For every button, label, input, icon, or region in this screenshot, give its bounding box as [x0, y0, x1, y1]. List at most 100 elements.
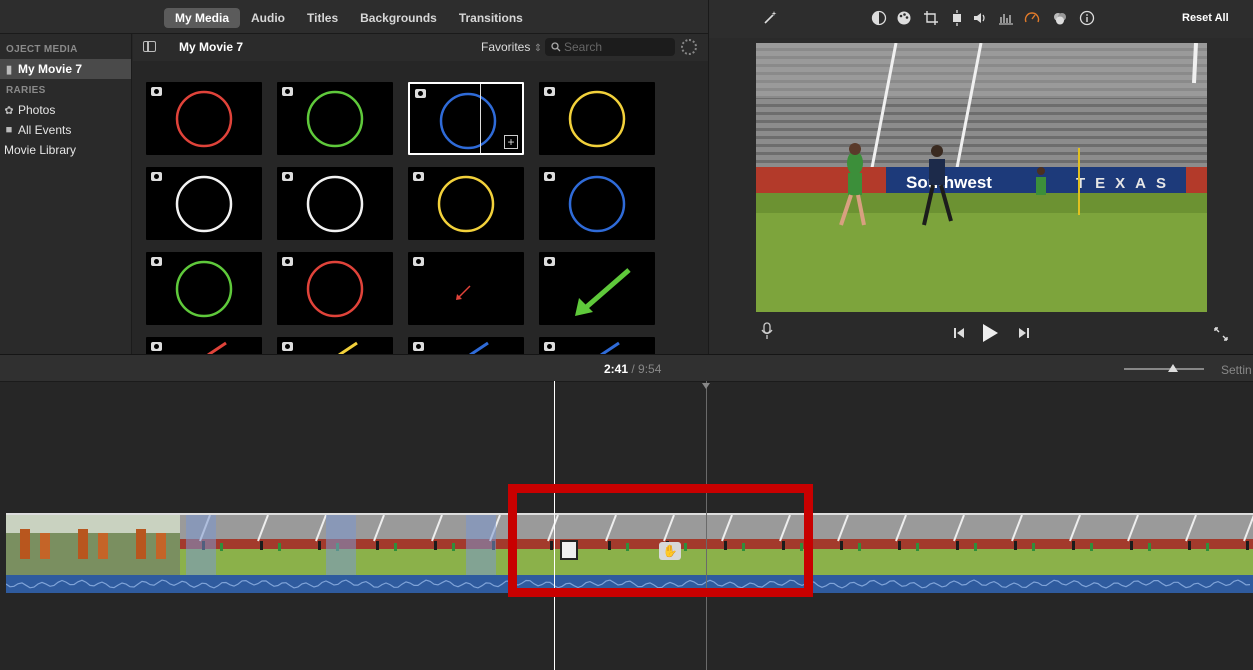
- project-media-heading: OJECT MEDIA: [6, 44, 78, 55]
- camera-icon: [282, 172, 293, 181]
- libraries-heading: RARIES: [6, 85, 46, 96]
- library-sidebar: OJECT MEDIA ▮ My Movie 7 RARIES ✿ Photos…: [0, 34, 132, 354]
- media-thumbnail[interactable]: +: [408, 82, 524, 155]
- camera-icon: [151, 172, 162, 181]
- timeline-header: 2:41 / 9:54 Settin: [0, 355, 1253, 382]
- search-input[interactable]: [564, 40, 664, 54]
- adjustment-toolbar: Reset All: [709, 0, 1253, 38]
- stabilization-icon[interactable]: [949, 10, 965, 26]
- crop-icon[interactable]: [923, 10, 939, 26]
- media-thumbnail[interactable]: [277, 167, 393, 240]
- color-balance-icon[interactable]: [871, 10, 887, 26]
- equalizer-icon[interactable]: [998, 10, 1014, 26]
- media-thumbnail[interactable]: [146, 167, 262, 240]
- media-thumbnail[interactable]: [539, 82, 655, 155]
- circle-graphic: [437, 175, 495, 233]
- media-tab-bar: My Media Audio Titles Backgrounds Transi…: [0, 0, 708, 34]
- add-to-movie-icon[interactable]: +: [504, 135, 518, 149]
- tab-titles[interactable]: Titles: [296, 8, 349, 28]
- timecode: 2:41 / 9:54: [604, 362, 662, 376]
- updown-icon: ⇕: [533, 43, 543, 54]
- arrow-stub-graphic: [600, 341, 620, 354]
- play-icon[interactable]: [981, 323, 999, 343]
- search-box[interactable]: [545, 38, 675, 56]
- film-icon: ▮: [5, 63, 13, 76]
- sidebar-item-movie-library[interactable]: Movie Library: [0, 140, 131, 160]
- camera-icon: [544, 257, 555, 266]
- camera-icon: [544, 87, 555, 96]
- microphone-icon[interactable]: [760, 322, 774, 340]
- video-preview: Southwest TEXAS: [756, 43, 1207, 312]
- camera-icon: [151, 342, 162, 351]
- camera-icon: [282, 257, 293, 266]
- camera-icon: [413, 257, 424, 266]
- media-browser: My Movie 7 Favorites ⇕ +: [133, 34, 708, 354]
- zoom-slider[interactable]: [1124, 368, 1204, 370]
- media-thumbnail[interactable]: [146, 337, 262, 354]
- video-frame: Southwest TEXAS: [756, 43, 1207, 312]
- sidebar-item-label: My Movie 7: [18, 62, 83, 76]
- total-time: 9:54: [638, 362, 662, 376]
- photos-icon: ✿: [4, 104, 14, 117]
- viewer-panel: Reset All Southwest TEXAS: [708, 0, 1253, 354]
- circle-graphic: [175, 260, 233, 318]
- media-thumbnail[interactable]: [408, 167, 524, 240]
- camera-icon: [282, 342, 293, 351]
- camera-icon: [413, 172, 424, 181]
- gear-icon[interactable]: [681, 39, 697, 55]
- arrow-stub-graphic: [207, 341, 227, 354]
- sidebar-item-all-events[interactable]: ■ All Events: [0, 120, 131, 140]
- speed-icon[interactable]: [1024, 10, 1040, 26]
- zoom-slider-knob[interactable]: [1168, 364, 1178, 372]
- skip-forward-icon[interactable]: [1018, 327, 1030, 339]
- circle-graphic: [175, 175, 233, 233]
- volume-icon[interactable]: [972, 10, 988, 26]
- media-thumbnail[interactable]: [408, 337, 524, 354]
- camera-icon: [415, 89, 426, 98]
- media-thumbnail[interactable]: [146, 82, 262, 155]
- color-correction-icon[interactable]: [896, 10, 912, 26]
- media-thumbnail[interactable]: [277, 337, 393, 354]
- banner-southwest: Southwest: [906, 173, 992, 192]
- media-thumbnail[interactable]: [539, 167, 655, 240]
- sidebar-item-label: All Events: [18, 123, 72, 137]
- tab-transitions[interactable]: Transitions: [448, 8, 534, 28]
- fullscreen-icon[interactable]: [1213, 326, 1229, 342]
- media-thumbnail[interactable]: [146, 252, 262, 325]
- skip-back-icon[interactable]: [953, 327, 965, 339]
- sidebar-item-label: Movie Library: [4, 143, 77, 157]
- browser-toolbar: My Movie 7 Favorites ⇕: [133, 34, 708, 61]
- thumbnail-skimmer: [480, 84, 481, 153]
- tab-audio[interactable]: Audio: [240, 8, 296, 28]
- sidebar-item-label: Photos: [18, 103, 56, 117]
- favorites-label: Favorites: [481, 40, 531, 54]
- favorites-filter[interactable]: Favorites ⇕: [481, 40, 542, 54]
- media-thumbnail[interactable]: [539, 252, 655, 325]
- tab-backgrounds[interactable]: Backgrounds: [349, 8, 448, 28]
- circle-graphic: [568, 175, 626, 233]
- arrow-small-graphic: [456, 285, 471, 300]
- camera-icon: [282, 87, 293, 96]
- media-thumbnail[interactable]: [408, 252, 524, 325]
- project-title: My Movie 7: [179, 40, 244, 54]
- settings-button[interactable]: Settin: [1221, 363, 1252, 377]
- sidebar-toggle-icon[interactable]: [143, 41, 156, 52]
- camera-icon: [151, 87, 162, 96]
- sidebar-item-my-movie[interactable]: ▮ My Movie 7: [0, 59, 131, 79]
- camera-icon: [413, 342, 424, 351]
- camera-icon: [151, 257, 162, 266]
- media-thumbnail[interactable]: [277, 252, 393, 325]
- camera-icon: [544, 342, 555, 351]
- magic-wand-icon[interactable]: [762, 10, 778, 26]
- sidebar-item-photos[interactable]: ✿ Photos: [0, 100, 131, 120]
- clip-filter-icon[interactable]: [1052, 10, 1068, 26]
- media-thumbnail[interactable]: [277, 82, 393, 155]
- arrow-stub-graphic: [338, 341, 358, 354]
- media-thumbnail[interactable]: [539, 337, 655, 354]
- circle-graphic: [306, 90, 364, 148]
- info-icon[interactable]: [1079, 10, 1095, 26]
- circle-graphic: [568, 90, 626, 148]
- reset-all-button[interactable]: Reset All: [1182, 12, 1229, 24]
- skimmer-marker: [702, 383, 710, 389]
- tab-my-media[interactable]: My Media: [164, 8, 241, 28]
